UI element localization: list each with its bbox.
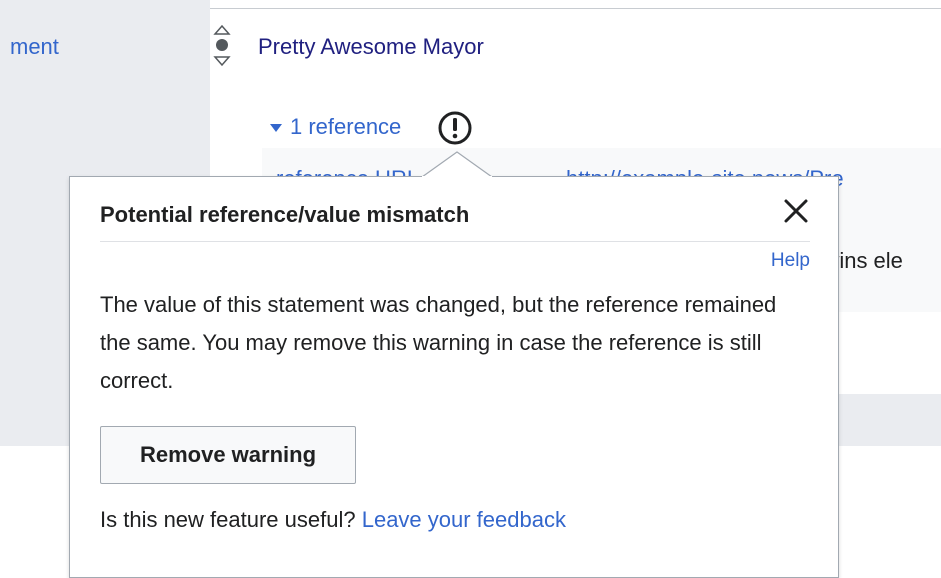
references-toggle[interactable]: 1 reference xyxy=(270,114,401,140)
popup-message: The value of this statement was changed,… xyxy=(100,292,777,393)
feedback-prompt: Is this new feature useful? xyxy=(100,507,356,532)
remove-warning-button[interactable]: Remove warning xyxy=(100,426,356,484)
references-toggle-label: 1 reference xyxy=(290,114,402,139)
rank-selector-icon[interactable] xyxy=(213,25,231,67)
exclamation-circle-icon[interactable] xyxy=(437,110,473,146)
mismatch-popup: Potential reference/value mismatch Help … xyxy=(69,176,839,578)
expand-triangle-icon xyxy=(270,124,282,132)
property-label[interactable]: ment xyxy=(10,34,59,60)
statement-value-link[interactable]: Pretty Awesome Mayor xyxy=(258,34,484,60)
feedback-line: Is this new feature useful? Leave your f… xyxy=(100,507,566,533)
help-link[interactable]: Help xyxy=(771,250,810,272)
popup-title: Potential reference/value mismatch xyxy=(100,202,470,227)
feedback-link[interactable]: Leave your feedback xyxy=(362,507,566,532)
close-icon[interactable] xyxy=(778,193,814,229)
popup-pointer xyxy=(422,151,492,178)
popup-divider xyxy=(100,241,810,242)
